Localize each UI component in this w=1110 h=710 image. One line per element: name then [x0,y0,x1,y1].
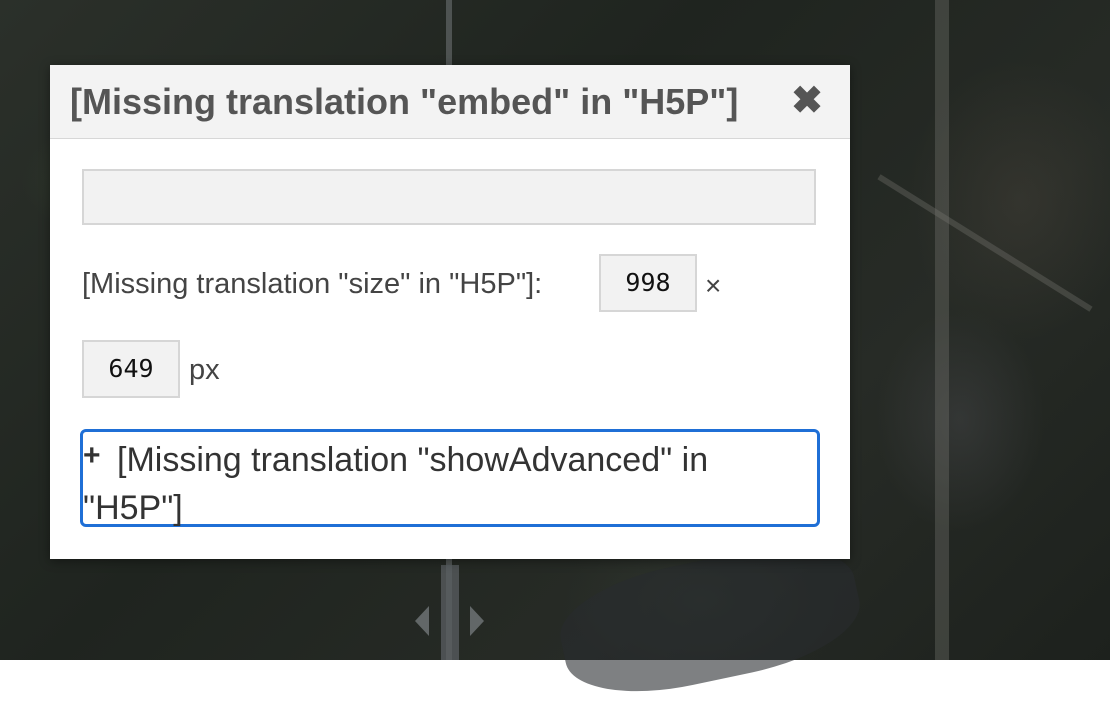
close-button[interactable]: ✖ [787,81,827,121]
show-advanced-label: [Missing translation "showAdvanced" in "… [83,441,709,527]
close-icon: ✖ [791,80,823,122]
dialog-header: [Missing translation "embed" in "H5P"] ✖ [50,65,850,139]
chevron-right-icon[interactable] [470,606,484,636]
embed-dialog: [Missing translation "embed" in "H5P"] ✖… [50,65,850,559]
unit-label: px [189,354,220,386]
height-input[interactable]: 649 [82,340,180,398]
width-input[interactable]: 998 [599,254,697,312]
map-road [935,0,949,660]
times-symbol: × [705,270,722,301]
size-label: [Missing translation "size" in "H5P"]: [82,268,543,300]
show-advanced-button[interactable]: + [Missing translation "showAdvanced" in… [80,429,820,527]
map-road [877,174,1093,312]
embed-code-textarea[interactable] [82,169,816,225]
divider-handle[interactable] [441,565,459,660]
dialog-title: [Missing translation "embed" in "H5P"] [70,81,739,122]
chevron-left-icon[interactable] [415,606,429,636]
